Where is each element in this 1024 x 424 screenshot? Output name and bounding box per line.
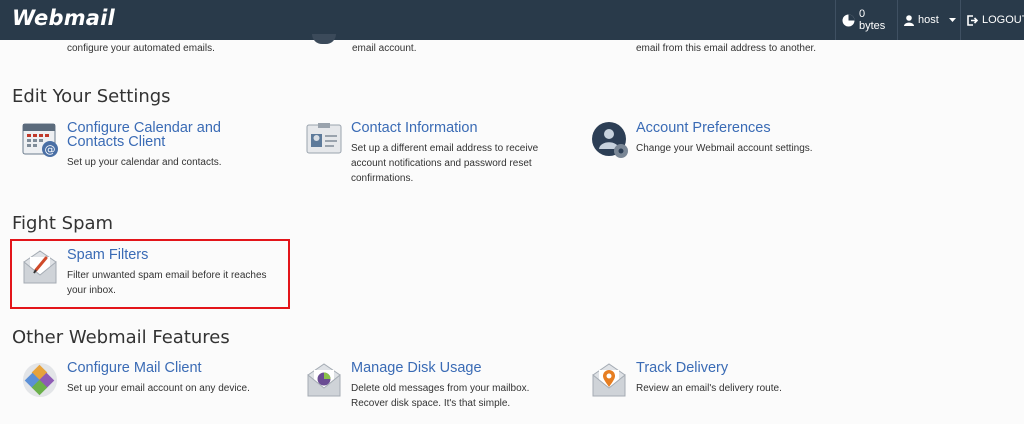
tile-title[interactable]: Configure Mail Client [67, 361, 267, 376]
calendar-icon: @ [22, 121, 60, 159]
webmail-logo[interactable]: Webmail [12, 6, 115, 30]
tile-description: Set up a different email address to rece… [351, 143, 539, 184]
main-content: configure your automated emails. email a… [0, 34, 1024, 424]
user-icon [904, 14, 914, 26]
disk-usage-indicator[interactable]: 0 bytes [835, 0, 897, 40]
user-menu[interactable]: host [897, 0, 960, 40]
partial-description: email from this email address to another… [636, 43, 817, 54]
partial-description: email account. [352, 43, 417, 54]
pie-chart-icon [842, 14, 855, 27]
highlight-box [10, 239, 290, 309]
tile-title[interactable]: Contact Information [351, 121, 551, 136]
tile-title[interactable]: Account Preferences [636, 121, 836, 136]
svg-text:@: @ [45, 143, 56, 156]
section-title-other: Other Webmail Features [12, 327, 230, 348]
section-title-spam: Fight Spam [12, 213, 114, 234]
mail-client-icon [22, 361, 60, 399]
user-name: host [918, 14, 939, 26]
envelope-pie-icon [306, 361, 344, 399]
logout-button[interactable]: LOGOUT [960, 0, 1024, 40]
logout-icon [967, 14, 978, 26]
section-title-settings: Edit Your Settings [12, 86, 171, 107]
logout-label: LOGOUT [982, 14, 1024, 26]
tile-description: Set up your calendar and contacts. [67, 157, 222, 168]
partial-icon [312, 34, 336, 44]
tile-title[interactable]: Manage Disk Usage [351, 361, 551, 376]
tile-description: Set up your email account on any device. [67, 383, 250, 394]
user-settings-icon [591, 121, 629, 159]
id-card-icon [306, 121, 344, 159]
caret-down-icon [948, 18, 956, 22]
tile-description: Review an email's delivery route. [636, 383, 782, 394]
disk-usage-label: 0 bytes [859, 8, 886, 32]
tile-description: Delete old messages from your mailbox. R… [351, 383, 530, 409]
top-bar: Webmail 0 bytes host LOGOUT [0, 0, 1024, 40]
envelope-location-icon [591, 361, 629, 399]
tile-description: Change your Webmail account settings. [636, 143, 813, 154]
tile-title[interactable]: Configure Calendar and Contacts Client [67, 121, 267, 150]
partial-description: configure your automated emails. [67, 43, 215, 54]
tile-title[interactable]: Track Delivery [636, 361, 836, 376]
